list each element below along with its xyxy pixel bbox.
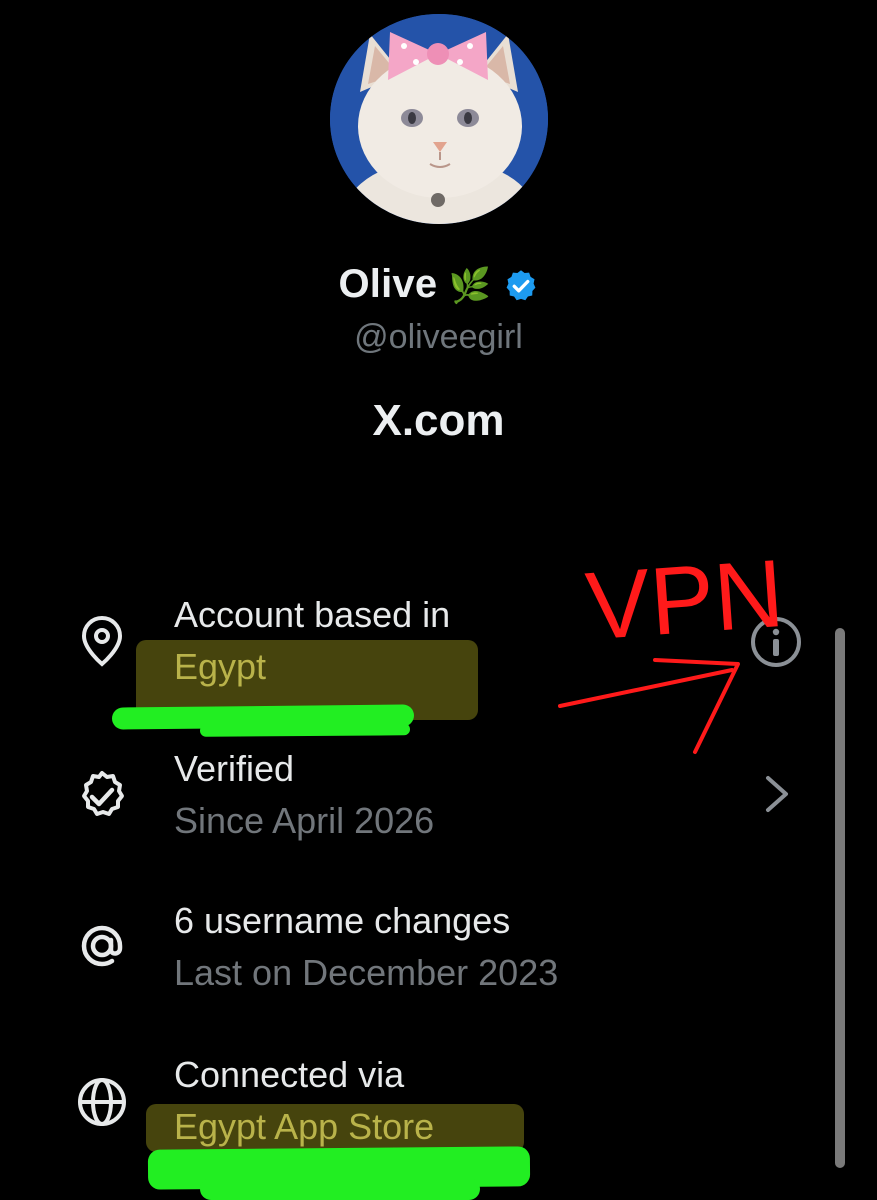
site-label: X.com (372, 396, 505, 445)
row-title-verified: Verified (174, 748, 295, 789)
scrollbar[interactable] (835, 628, 845, 1168)
globe-icon (78, 1078, 126, 1126)
row-sub-account-based: Egypt (174, 646, 267, 687)
row-title-connected-via: Connected via (174, 1054, 405, 1095)
verified-checkmark-icon[interactable] (503, 268, 539, 304)
cat-photo (330, 14, 548, 224)
arrow-shaft (558, 668, 734, 708)
avatar[interactable] (330, 14, 548, 224)
username-handle: @oliveegirl (354, 318, 523, 356)
row-title-account-based: Account based in (174, 594, 451, 635)
chevron-right-icon[interactable] (760, 772, 796, 816)
row-sub-username-changes: Last on December 2023 (174, 952, 559, 993)
highlight-green-1b (199, 723, 411, 737)
profile-name-row: Olive 🌿 (0, 262, 877, 307)
highlight-green-2b (200, 1178, 480, 1200)
row-sub-verified: Since April 2026 (174, 800, 435, 841)
row-sub-connected-via: Egypt App Store (174, 1106, 435, 1147)
at-sign-icon (81, 925, 123, 967)
verified-badge-icon (82, 771, 124, 816)
info-icon[interactable] (748, 614, 804, 670)
location-pin-icon (81, 615, 123, 667)
arrow-head (653, 658, 740, 754)
display-name: Olive (338, 262, 438, 306)
row-title-username-changes: 6 username changes (174, 900, 511, 941)
herb-emoji: 🌿 (448, 267, 492, 305)
